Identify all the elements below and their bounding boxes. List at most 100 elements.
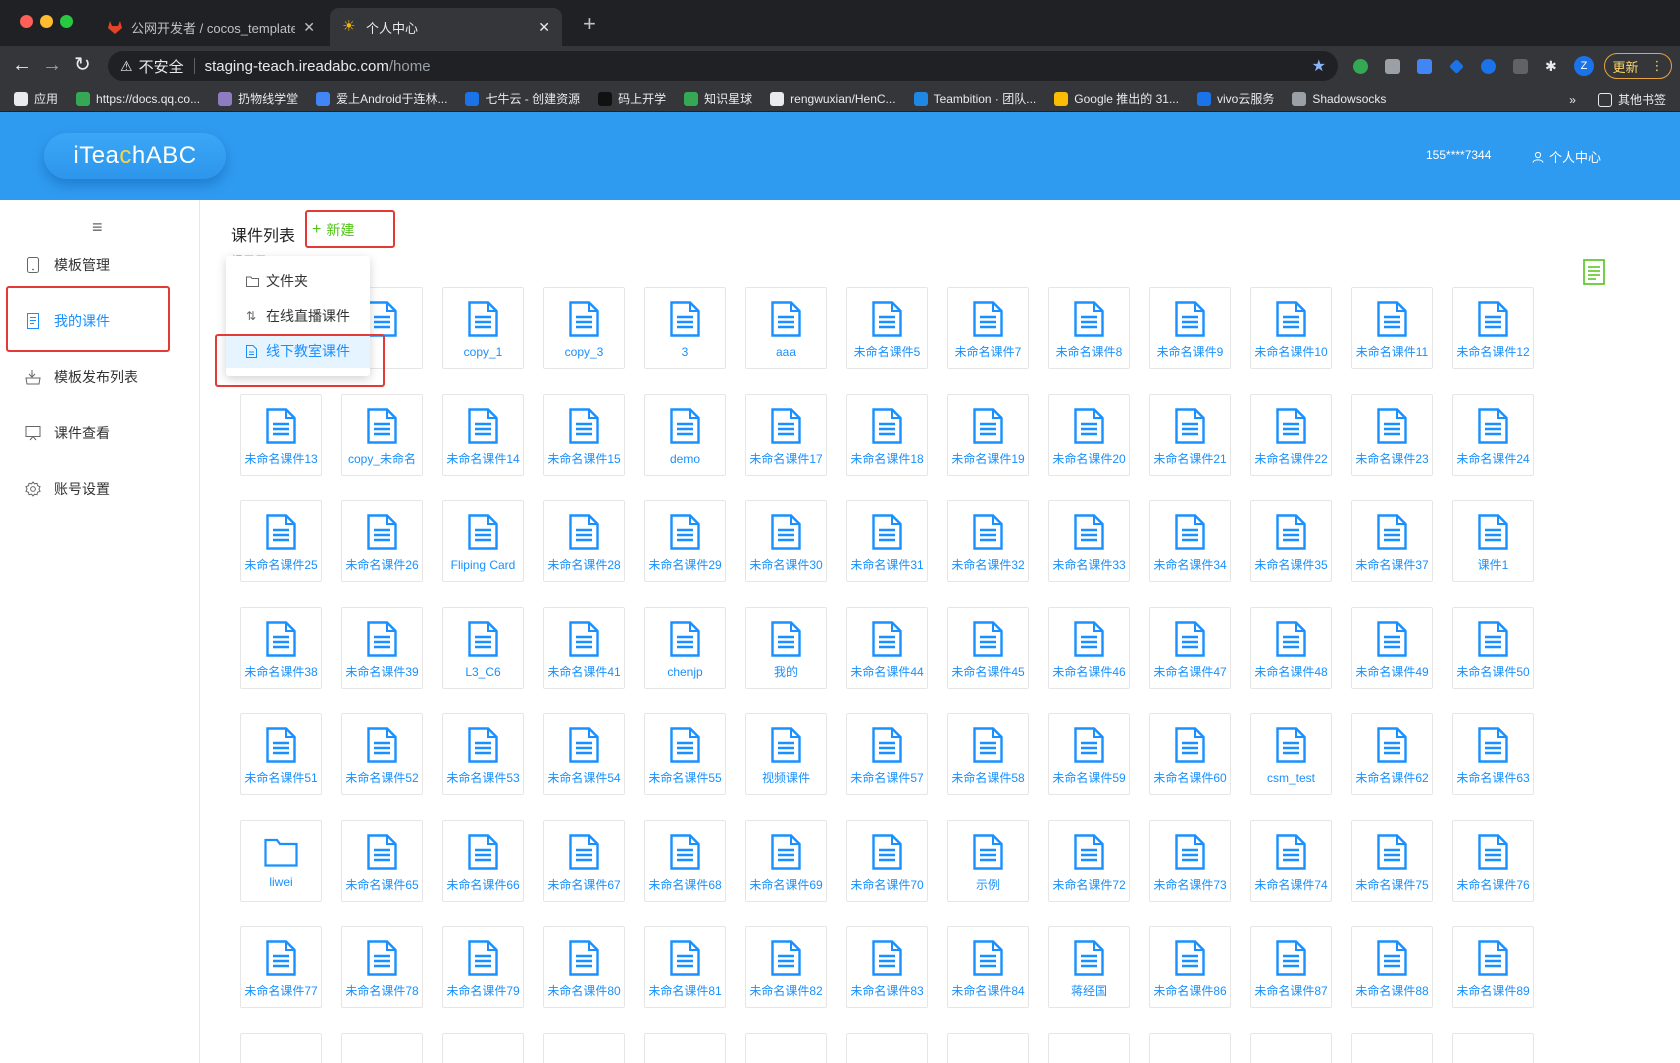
courseware-card[interactable]: 未命名课件32	[947, 500, 1029, 582]
courseware-card[interactable]: 未命名课件88	[1351, 926, 1433, 1008]
courseware-card[interactable]: 课件1	[1452, 500, 1534, 582]
courseware-card[interactable]: 未命名课件84	[947, 926, 1029, 1008]
courseware-card[interactable]: 未命名课件74	[1250, 820, 1332, 902]
courseware-card[interactable]: 未命名课件15	[543, 394, 625, 476]
bookmark-star-icon[interactable]: ★	[1312, 56, 1326, 76]
browser-tab-active[interactable]: ☀ 个人中心 ✕	[330, 8, 562, 46]
courseware-card[interactable]	[846, 1033, 928, 1063]
courseware-card[interactable]: 未命名课件78	[341, 926, 423, 1008]
close-window-button[interactable]	[20, 15, 33, 28]
courseware-card[interactable]: 未命名课件30	[745, 500, 827, 582]
courseware-card[interactable]: 未命名课件66	[442, 820, 524, 902]
courseware-card[interactable]: copy_3	[543, 287, 625, 369]
courseware-card[interactable]: aaa	[745, 287, 827, 369]
courseware-card[interactable]: 未命名课件86	[1149, 926, 1231, 1008]
courseware-card[interactable]: 未命名课件89	[1452, 926, 1534, 1008]
bookmark-item[interactable]: Teambition · 团队...	[913, 90, 1036, 107]
courseware-card[interactable]: 未命名课件37	[1351, 500, 1433, 582]
courseware-card[interactable]: 未命名课件24	[1452, 394, 1534, 476]
courseware-card[interactable]: 未命名课件59	[1048, 713, 1130, 795]
courseware-card[interactable]: 未命名课件51	[240, 713, 322, 795]
sidebar-item-courseware-view[interactable]: 课件查看	[0, 413, 200, 453]
sidebar-item-my-courseware[interactable]: 我的课件	[0, 301, 200, 341]
close-tab-icon[interactable]: ✕	[538, 19, 550, 36]
courseware-card[interactable]: 未命名课件45	[947, 607, 1029, 689]
courseware-card[interactable]: 未命名课件83	[846, 926, 928, 1008]
courseware-card[interactable]: 未命名课件22	[1250, 394, 1332, 476]
reload-icon[interactable]: ↻	[74, 54, 91, 76]
courseware-card[interactable]: 未命名课件18	[846, 394, 928, 476]
bookmark-item[interactable]: Shadowsocks	[1292, 91, 1386, 106]
courseware-card[interactable]: 未命名课件79	[442, 926, 524, 1008]
dropdown-item-folder[interactable]: 文件夹	[226, 264, 370, 298]
courseware-card[interactable]: 3	[644, 287, 726, 369]
new-button[interactable]: + 新建	[312, 220, 354, 240]
other-bookmarks[interactable]: 其他书签	[1597, 91, 1666, 108]
courseware-card[interactable]: 未命名课件35	[1250, 500, 1332, 582]
list-view-toggle-icon[interactable]	[1583, 259, 1605, 285]
courseware-card[interactable]: 未命名课件80	[543, 926, 625, 1008]
courseware-card[interactable]: 未命名课件44	[846, 607, 928, 689]
courseware-card[interactable]: 未命名课件13	[240, 394, 322, 476]
bookmark-item[interactable]: 码上开学	[598, 90, 666, 107]
sidebar-item-template-publish[interactable]: 模板发布列表	[0, 357, 200, 397]
download-extension-icon[interactable]	[1417, 59, 1432, 74]
courseware-card[interactable]: 未命名课件31	[846, 500, 928, 582]
courseware-card[interactable]: 未命名课件53	[442, 713, 524, 795]
courseware-card[interactable]	[745, 1033, 827, 1063]
courseware-card[interactable]: 视频课件	[745, 713, 827, 795]
courseware-card[interactable]: 未命名课件28	[543, 500, 625, 582]
courseware-card[interactable]: copy_未命名	[341, 394, 423, 476]
courseware-card[interactable]: 未命名课件21	[1149, 394, 1231, 476]
courseware-card[interactable]: 未命名课件34	[1149, 500, 1231, 582]
search-extension-icon[interactable]	[1481, 59, 1496, 74]
sidebar-item-template-manage[interactable]: 模板管理	[0, 245, 200, 285]
courseware-card[interactable]: 未命名课件19	[947, 394, 1029, 476]
courseware-card[interactable]: 未命名课件11	[1351, 287, 1433, 369]
close-tab-icon[interactable]: ✕	[303, 19, 315, 36]
bookmark-item[interactable]: vivo云服务	[1196, 90, 1274, 107]
courseware-card[interactable]: 未命名课件29	[644, 500, 726, 582]
courseware-card[interactable]: 未命名课件60	[1149, 713, 1231, 795]
bookmark-item[interactable]: rengwuxian/HenC...	[770, 91, 896, 106]
courseware-card[interactable]: 我的	[745, 607, 827, 689]
new-tab-button[interactable]: +	[583, 12, 596, 36]
sidebar-item-account-settings[interactable]: 账号设置	[0, 469, 200, 509]
courseware-card[interactable]: 未命名课件81	[644, 926, 726, 1008]
dropdown-item-online-live[interactable]: ⇅ 在线直播课件	[226, 299, 370, 333]
courseware-card[interactable]: 未命名课件20	[1048, 394, 1130, 476]
courseware-card[interactable]	[644, 1033, 726, 1063]
courseware-card[interactable]	[240, 1033, 322, 1063]
bookmark-item[interactable]: 七牛云 - 创建资源	[465, 90, 580, 107]
courseware-card[interactable]	[1452, 1033, 1534, 1063]
logo[interactable]: iTeachABC	[44, 133, 226, 179]
courseware-card[interactable]: 未命名课件46	[1048, 607, 1130, 689]
courseware-card[interactable]	[947, 1033, 1029, 1063]
courseware-card[interactable]: 蒋经国	[1048, 926, 1130, 1008]
courseware-card[interactable]: 未命名课件73	[1149, 820, 1231, 902]
courseware-card[interactable]: 未命名课件54	[543, 713, 625, 795]
courseware-card[interactable]: 未命名课件26	[341, 500, 423, 582]
courseware-card[interactable]: 未命名课件68	[644, 820, 726, 902]
maximize-window-button[interactable]	[60, 15, 73, 28]
update-button[interactable]: 更新 ⋮	[1604, 53, 1672, 79]
courseware-card[interactable]: chenjp	[644, 607, 726, 689]
courseware-card[interactable]: 未命名课件50	[1452, 607, 1534, 689]
courseware-card[interactable]	[1351, 1033, 1433, 1063]
courseware-card[interactable]: demo	[644, 394, 726, 476]
courseware-card[interactable]: 未命名课件82	[745, 926, 827, 1008]
courseware-card[interactable]	[1149, 1033, 1231, 1063]
courseware-card[interactable]: 未命名课件49	[1351, 607, 1433, 689]
diamond-extension-icon[interactable]	[1449, 59, 1464, 74]
courseware-card[interactable]: 未命名课件52	[341, 713, 423, 795]
profile-avatar[interactable]: Z	[1574, 56, 1594, 76]
bookmark-item[interactable]: 知识星球	[684, 90, 752, 107]
courseware-card[interactable]: 未命名课件62	[1351, 713, 1433, 795]
courseware-card[interactable]	[341, 1033, 423, 1063]
courseware-card[interactable]: 未命名课件7	[947, 287, 1029, 369]
courseware-card[interactable]	[543, 1033, 625, 1063]
courseware-card[interactable]: 未命名课件72	[1048, 820, 1130, 902]
folder-card[interactable]: liwei	[240, 820, 322, 902]
courseware-card[interactable]: 未命名课件67	[543, 820, 625, 902]
bookmark-item[interactable]: 爱上Android于连林...	[316, 90, 447, 107]
